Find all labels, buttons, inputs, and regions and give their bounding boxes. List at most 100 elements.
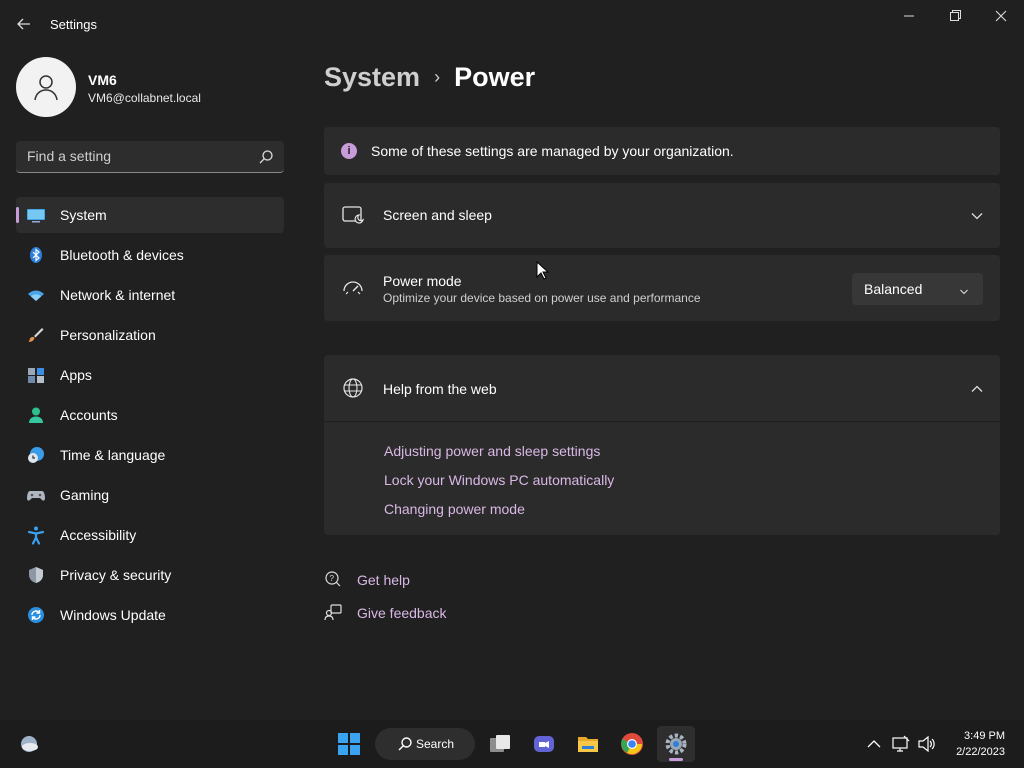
volume-icon[interactable] [917,734,937,754]
windows-logo-icon [338,733,360,755]
help-chat-icon: ? [324,570,342,588]
search-icon[interactable] [258,149,274,165]
gamepad-icon [26,485,46,505]
bluetooth-icon [26,245,46,265]
sidebar-item-label: Time & language [60,447,166,463]
sidebar-item-personalization[interactable]: Personalization [16,317,284,353]
page-title: Power [454,61,536,92]
managed-info-bar: i Some of these settings are managed by … [324,127,1000,175]
user-name: VM6 [88,72,117,88]
sidebar-item-time-language[interactable]: Time & language [16,437,284,473]
chevron-up-icon[interactable] [970,382,984,396]
get-help-link[interactable]: ? Get help [324,569,524,591]
window-title: Settings [50,17,97,32]
back-arrow-icon[interactable] [14,14,34,34]
file-explorer-icon[interactable] [569,726,607,762]
help-title: Help from the web [383,381,497,397]
avatar[interactable] [16,57,76,117]
sidebar-item-label: Accessibility [60,527,137,543]
brush-icon [26,325,46,345]
give-feedback-link[interactable]: Give feedback [324,602,524,624]
sidebar-item-label: Network & internet [60,287,176,303]
apps-icon [26,365,46,385]
help-link[interactable]: Lock your Windows PC automatically [384,472,614,488]
breadcrumb-parent[interactable]: System [324,62,420,93]
screen-sleep-card[interactable]: Screen and sleep [324,183,1000,248]
person-icon [34,75,58,101]
start-button[interactable] [330,726,368,762]
svg-text:?: ? [330,574,335,583]
task-view-icon[interactable] [481,726,519,762]
active-app-indicator [669,758,683,761]
power-mode-selected: Balanced [864,281,923,297]
clock-date[interactable]: 2/22/2023 [956,746,1005,758]
accessibility-icon [26,525,46,545]
breadcrumb-separator: › [434,66,441,87]
mouse-cursor-icon [536,260,550,281]
sidebar-item-label: Windows Update [60,607,166,623]
teams-chat-icon[interactable] [525,726,563,762]
clock-time[interactable]: 3:49 PM [964,730,1005,742]
user-email: VM6@collabnet.local [88,91,201,105]
taskbar-search-label: Search [416,737,455,751]
sidebar-item-network[interactable]: Network & internet [16,277,284,313]
power-mode-card: Power mode Optimize your device based on… [324,255,1000,321]
sidebar-item-bluetooth[interactable]: Bluetooth & devices [16,237,284,273]
minimize-icon[interactable] [897,6,921,26]
wifi-icon [26,285,46,305]
help-links: Adjusting power and sleep settings Lock … [324,421,1000,535]
settings-app-icon[interactable] [657,726,695,762]
managed-info-text: Some of these settings are managed by yo… [371,143,734,159]
sidebar-item-label: Privacy & security [60,567,172,583]
chevron-down-icon[interactable] [970,209,984,223]
feedback-icon [324,603,342,621]
sidebar-item-label: Gaming [60,487,110,503]
chevron-up-icon[interactable] [864,734,884,754]
power-mode-dropdown[interactable]: Balanced [852,273,983,305]
help-header[interactable]: Help from the web [324,355,1000,421]
chevron-down-icon [959,284,969,295]
shield-icon [26,565,46,585]
screen-sleep-title: Screen and sleep [383,207,492,223]
search-box[interactable] [16,141,284,173]
chrome-icon[interactable] [613,726,651,762]
sidebar-item-label: Bluetooth & devices [60,247,184,263]
give-feedback-text: Give feedback [357,605,447,621]
sidebar-item-label: Apps [60,367,92,383]
sidebar-item-label: Personalization [60,327,156,343]
power-mode-title: Power mode [383,273,462,289]
screen-sleep-icon [342,204,365,226]
sidebar-item-label: Accounts [60,407,118,423]
system-icon [26,205,46,225]
close-icon[interactable] [989,6,1013,26]
weather-icon[interactable] [10,726,48,762]
help-from-web-card: Help from the web Adjusting power and sl… [324,355,1000,535]
sidebar-item-gaming[interactable]: Gaming [16,477,284,513]
sidebar-item-accounts[interactable]: Accounts [16,397,284,433]
search-input[interactable] [27,148,247,164]
globe-icon [342,377,364,399]
accounts-icon [26,405,46,425]
clock-globe-icon [26,445,46,465]
power-mode-icon [342,277,364,299]
title-bar: Settings [0,0,1024,48]
search-icon [397,736,413,752]
info-icon: i [341,143,357,159]
help-link[interactable]: Changing power mode [384,501,525,517]
network-icon[interactable] [891,734,911,754]
power-mode-description: Optimize your device based on power use … [383,291,701,305]
sidebar-item-privacy-security[interactable]: Privacy & security [16,557,284,593]
sidebar-item-system[interactable]: System [16,197,284,233]
breadcrumb: System › Power [324,59,535,95]
get-help-text: Get help [357,572,410,588]
sidebar-item-accessibility[interactable]: Accessibility [16,517,284,553]
taskbar: Search 3:49 PM 2/22/2023 [0,720,1024,768]
sidebar-item-windows-update[interactable]: Windows Update [16,597,284,633]
help-link[interactable]: Adjusting power and sleep settings [384,443,600,459]
restore-icon[interactable] [943,6,967,26]
update-icon [26,605,46,625]
sidebar: VM6 VM6@collabnet.local System Bluetooth… [0,48,300,720]
taskbar-search-button[interactable]: Search [375,728,475,760]
sidebar-item-apps[interactable]: Apps [16,357,284,393]
sidebar-nav: System Bluetooth & devices Network & int… [16,197,284,637]
